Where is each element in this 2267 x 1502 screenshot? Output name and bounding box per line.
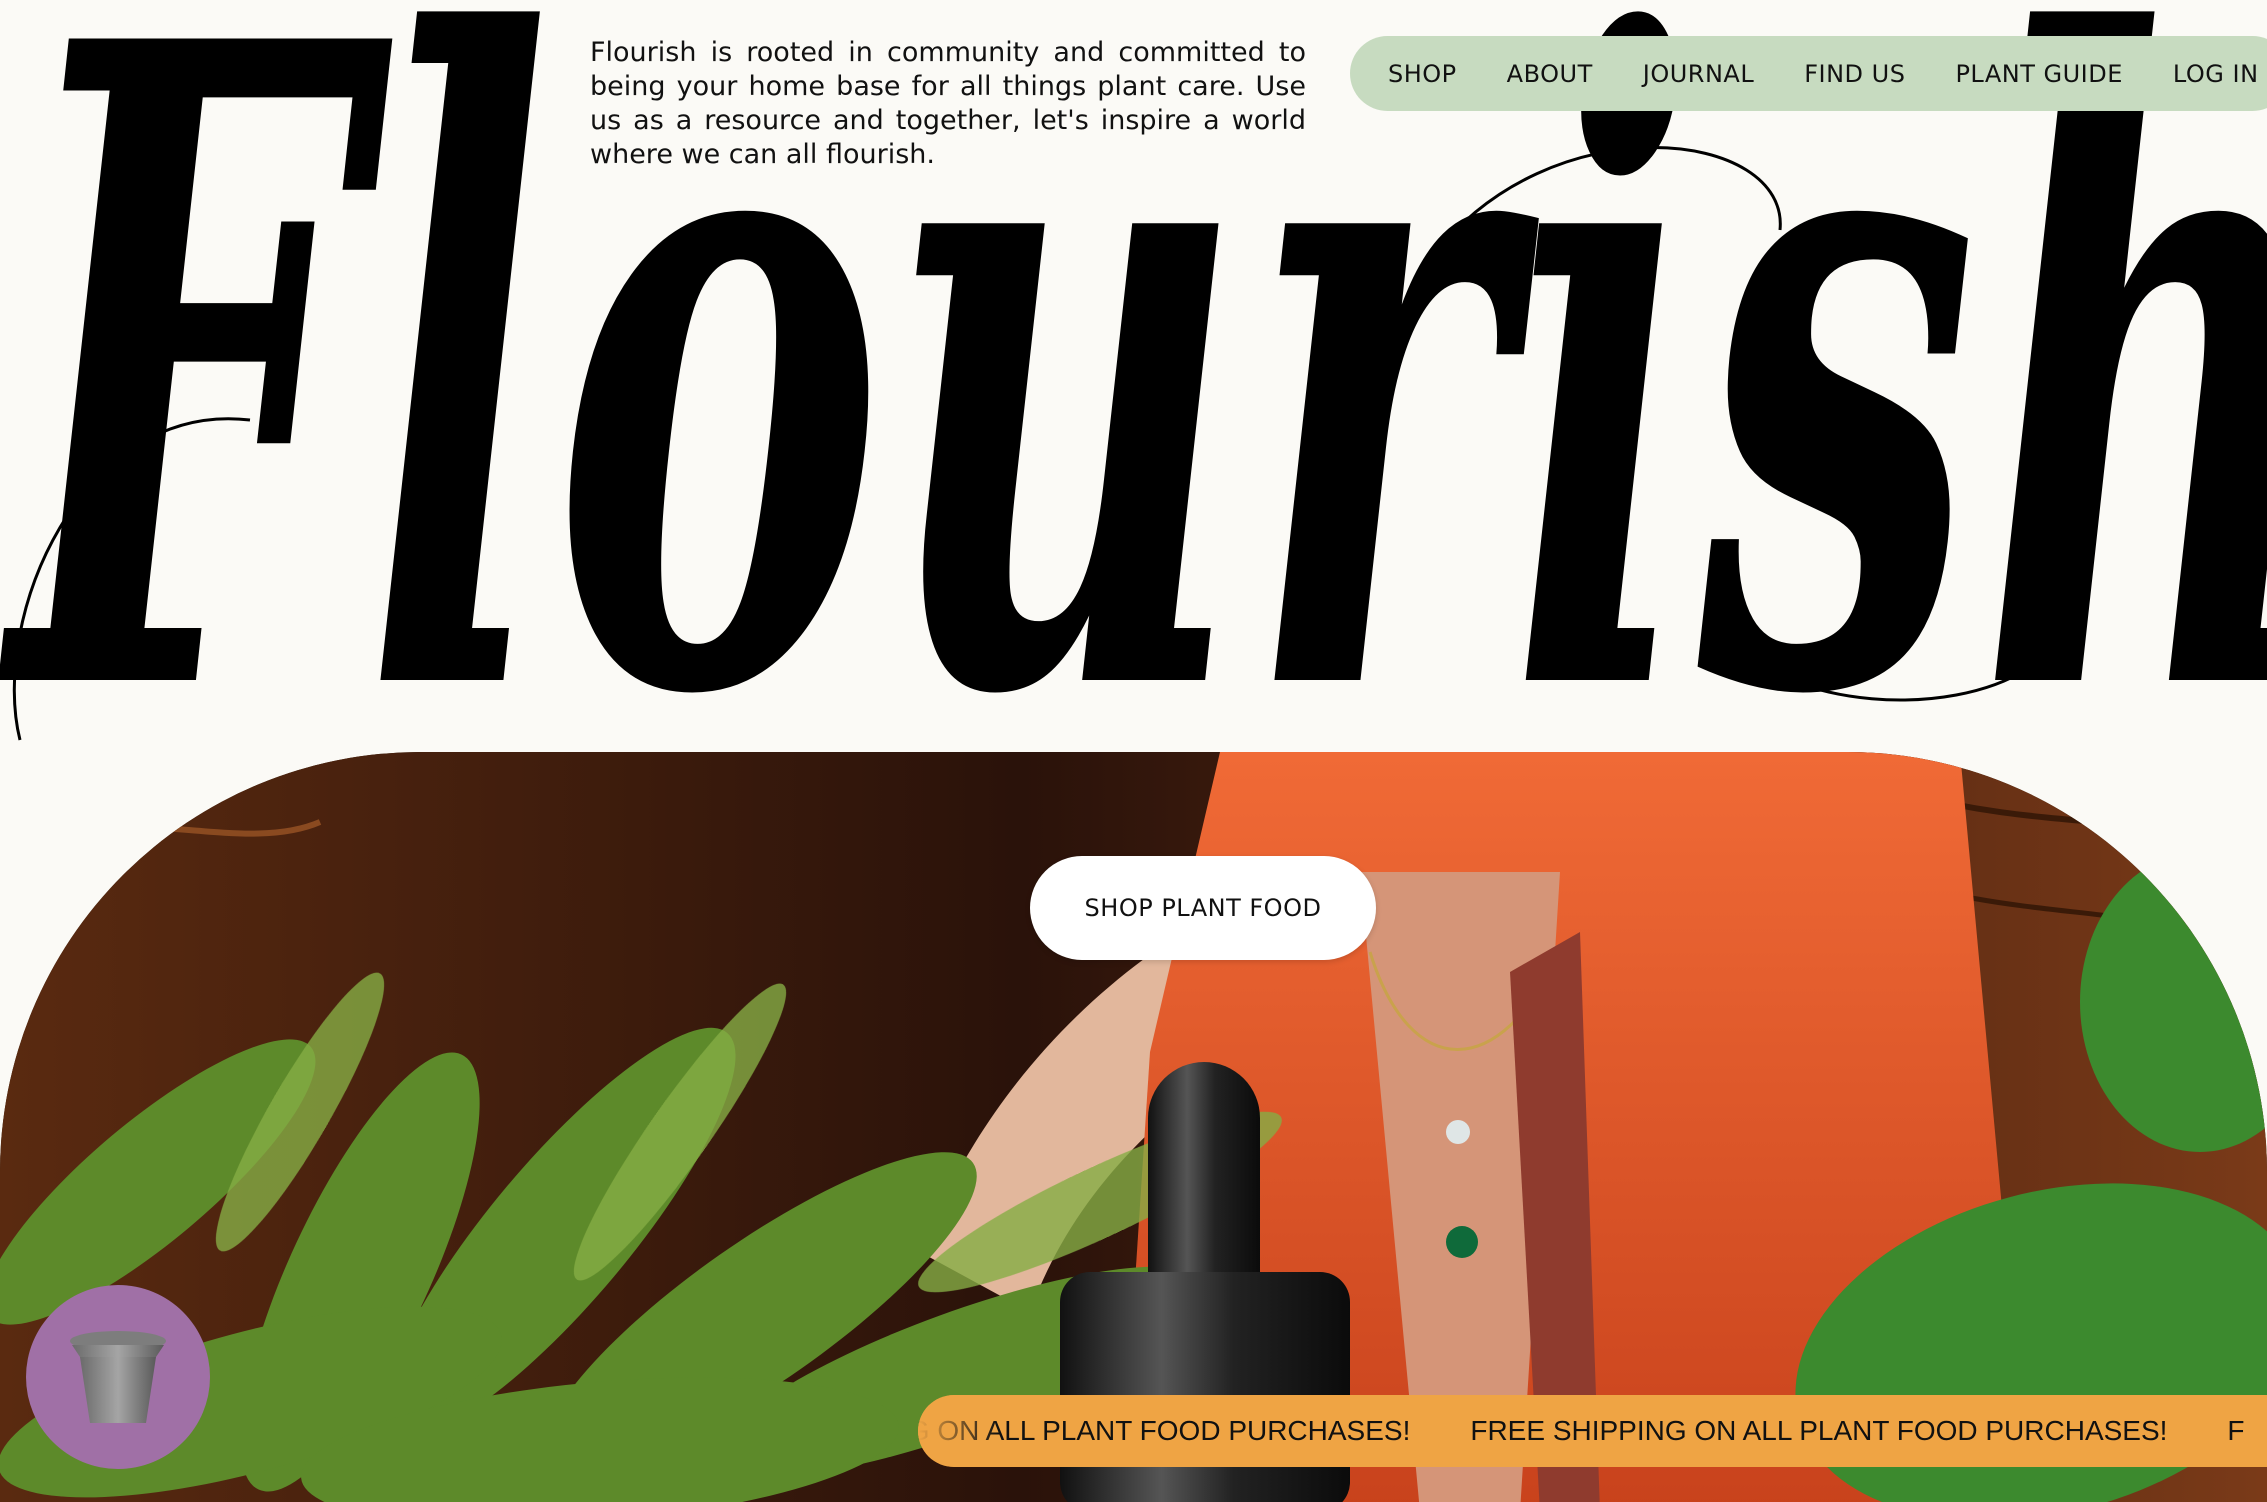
nav-plant-guide[interactable]: PLANT GUIDE (1955, 60, 2122, 88)
cart-button[interactable] (26, 1285, 210, 1469)
page: Flourish Flourish is rooted in community… (0, 0, 2267, 1502)
promo-marquee[interactable]: IG ON ALL PLANT FOOD PURCHASES! FREE SHI… (918, 1395, 2267, 1467)
flower-pot-icon (70, 1331, 166, 1423)
marquee-track: IG ON ALL PLANT FOOD PURCHASES! FREE SHI… (918, 1415, 2267, 1447)
nav-journal[interactable]: JOURNAL (1643, 60, 1754, 88)
nav-shop[interactable]: SHOP (1388, 60, 1457, 88)
nav-find-us[interactable]: FIND US (1804, 60, 1905, 88)
nav-log-in[interactable]: LOG IN (2173, 60, 2259, 88)
intro-paragraph: Flourish is rooted in community and comm… (590, 37, 1306, 170)
main-nav: SHOP ABOUT JOURNAL FIND US PLANT GUIDE L… (1350, 36, 2267, 111)
marquee-text: FREE SHIPPING ON ALL PLANT FOOD PURCHASE… (1470, 1415, 2168, 1446)
marquee-fade (918, 1395, 998, 1467)
nav-about[interactable]: ABOUT (1507, 60, 1593, 88)
marquee-text-next: F (2227, 1415, 2245, 1446)
shop-plant-food-button[interactable]: SHOP PLANT FOOD (1030, 856, 1376, 960)
